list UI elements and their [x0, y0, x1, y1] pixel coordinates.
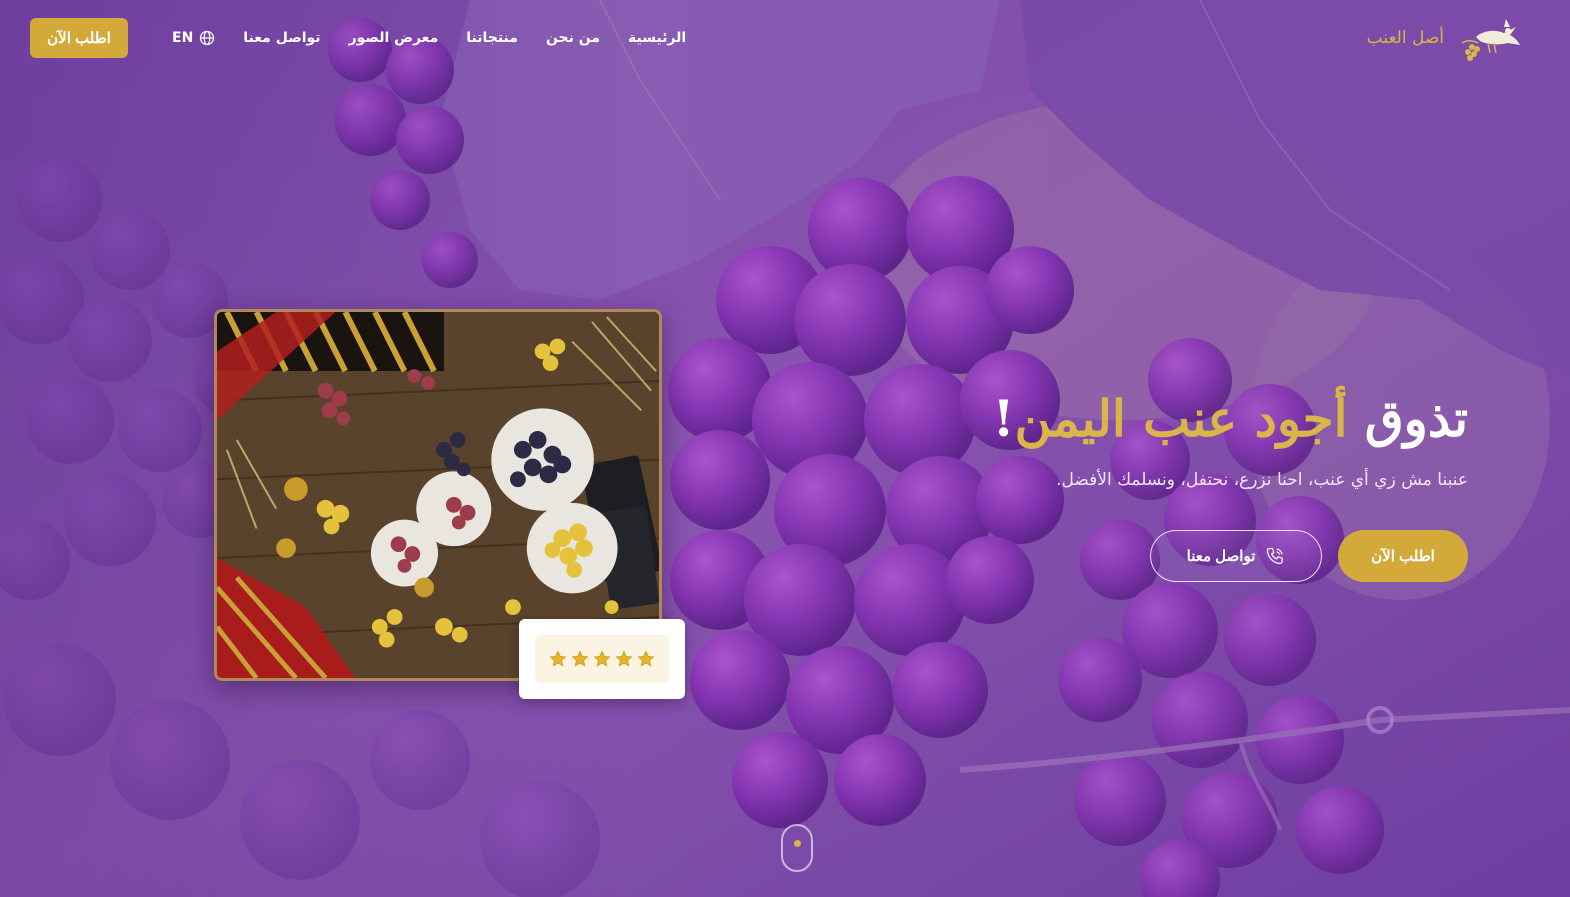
hero-title-highlight: أجود عنب اليمن: [1014, 389, 1348, 448]
nav-gallery[interactable]: معرض الصور: [349, 30, 439, 46]
contact-us-label: تواصل معنا: [1186, 548, 1256, 565]
star-icon: [637, 650, 655, 667]
star-icon: [571, 650, 589, 667]
nav-contact[interactable]: تواصل معنا: [243, 30, 320, 46]
bird-on-grape-icon: [1461, 19, 1520, 61]
order-now-header-button[interactable]: اطلب الآن: [30, 18, 128, 58]
star-icon: [593, 650, 611, 667]
hero-subtitle: عنبنا مش زي أي عنب، احنا نزرع، نحتفل، ون…: [1056, 470, 1468, 490]
brand[interactable]: أصل العنب: [1367, 13, 1528, 63]
order-now-button[interactable]: اطلب الآن: [1338, 530, 1468, 582]
main-nav: الرئيسية من نحن منتجاتنا معرض الصور تواص…: [30, 18, 686, 58]
brand-name: أصل العنب: [1366, 28, 1444, 48]
rating-stars: [535, 635, 669, 683]
star-icon: [549, 650, 567, 667]
contact-us-button[interactable]: تواصل معنا: [1150, 530, 1322, 582]
nav-products[interactable]: منتجاتنا: [466, 30, 518, 46]
language-switcher[interactable]: EN: [172, 30, 215, 46]
hero-actions: اطلب الآن تواصل معنا: [848, 530, 1468, 582]
scroll-dot: [794, 840, 801, 847]
phone-icon: [1267, 547, 1284, 565]
star-icon: [615, 650, 633, 667]
site-header: أصل العنب الرئيسية من نحن منتجاتنا معرض …: [0, 0, 1570, 76]
globe-icon: [200, 30, 215, 46]
hero-title-exclamation: !: [992, 389, 1015, 448]
rating-card: [519, 619, 685, 699]
hero-title: تذوق أجود عنب اليمن!: [848, 384, 1468, 454]
hero-title-lead: تذوق: [1347, 389, 1468, 448]
nav-home[interactable]: الرئيسية: [628, 30, 686, 46]
scroll-down-indicator[interactable]: [781, 824, 813, 872]
hero-content: تذوق أجود عنب اليمن! عنبنا مش زي أي عنب،…: [848, 384, 1468, 582]
language-label: EN: [172, 30, 194, 46]
nav-about[interactable]: من نحن: [546, 30, 600, 46]
